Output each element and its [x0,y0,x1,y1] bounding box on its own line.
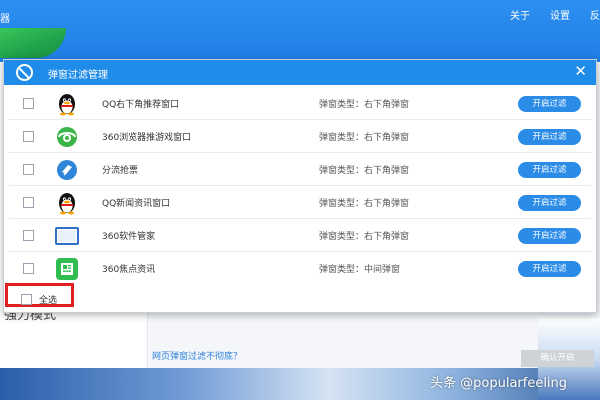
row-checkbox[interactable] [23,263,34,274]
qq-penguin-icon [59,193,75,215]
row-checkbox[interactable] [23,131,34,142]
background-logo-shape [0,28,66,58]
watermark: 头条 @popularfeeling [430,376,568,391]
select-all-checkbox[interactable] [21,294,32,305]
enable-filter-button[interactable]: 开启过滤 [518,96,581,112]
enable-filter-button[interactable]: 开启过滤 [518,129,581,145]
row-checkbox[interactable] [23,98,34,109]
list-item: 360软件管家 弹窗类型：右下角弹窗 开启过滤 [9,219,591,252]
360-news-icon [56,258,78,280]
menu-settings[interactable]: 设置 [550,7,570,22]
row-name: 360浏览器推游戏窗口 [102,133,192,143]
row-type: 弹窗类型：中间弹窗 [319,265,401,275]
row-type: 弹窗类型：右下角弹窗 [319,199,410,209]
row-checkbox[interactable] [23,164,34,175]
enable-filter-button[interactable]: 开启过滤 [518,228,581,244]
popup-list: QQ右下角推荐窗口 弹窗类型：右下角弹窗 开启过滤 360浏览器推游戏窗口 弹窗… [9,87,591,287]
row-type: 弹窗类型：右下角弹窗 [319,100,410,110]
row-name: QQ新闻资讯窗口 [102,199,171,209]
list-item: 360焦点资讯 弹窗类型：中间弹窗 开启过滤 [9,252,591,285]
row-type: 弹窗类型：右下角弹窗 [319,232,410,242]
row-name: 分流抢票 [102,166,139,176]
list-item: QQ右下角推荐窗口 弹窗类型：右下角弹窗 开启过滤 [9,87,591,120]
enable-filter-button[interactable]: 开启过滤 [518,195,581,211]
list-item: 360浏览器推游戏窗口 弹窗类型：右下角弹窗 开启过滤 [9,120,591,153]
list-item: 分流抢票 弹窗类型：右下角弹窗 开启过滤 [9,153,591,186]
row-checkbox[interactable] [23,197,34,208]
background-top-bar: 器 关于 设置 反 [0,0,600,62]
qq-penguin-icon [59,94,75,116]
enable-filter-button[interactable]: 开启过滤 [518,162,581,178]
ticket-grab-icon [57,160,77,180]
row-name: 360软件管家 [102,232,156,242]
select-all-label: 全选 [39,296,58,306]
row-checkbox[interactable] [23,230,34,241]
background-menu: 关于 设置 反 [510,7,600,22]
360-browser-icon [57,127,77,147]
list-item: QQ新闻资讯窗口 弹窗类型：右下角弹窗 开启过滤 [9,186,591,219]
dialog-title: 弹窗过滤管理 [48,70,108,81]
360-software-manager-icon [55,227,79,245]
popup-filter-dialog: 弹窗过滤管理 ✕ QQ右下角推荐窗口 弹窗类型：右下角弹窗 开启过滤 360浏览… [3,59,597,367]
menu-feedback[interactable]: 反 [590,7,600,22]
menu-about[interactable]: 关于 [510,7,530,22]
row-type: 弹窗类型：右下角弹窗 [319,166,410,176]
background-app-title: 器 [0,14,10,25]
close-icon[interactable]: ✕ [574,62,587,80]
dialog-header: 弹窗过滤管理 ✕ [4,60,596,85]
row-name: QQ右下角推荐窗口 [102,100,180,110]
row-type: 弹窗类型：右下角弹窗 [319,133,410,143]
block-icon [16,64,33,81]
confirm-enable-button[interactable]: 确认开启 [521,350,594,367]
row-name: 360焦点资讯 [102,265,156,275]
filter-help-link[interactable]: 网页弹窗过滤不彻底？ [152,349,242,362]
enable-filter-button[interactable]: 开启过滤 [518,261,581,277]
